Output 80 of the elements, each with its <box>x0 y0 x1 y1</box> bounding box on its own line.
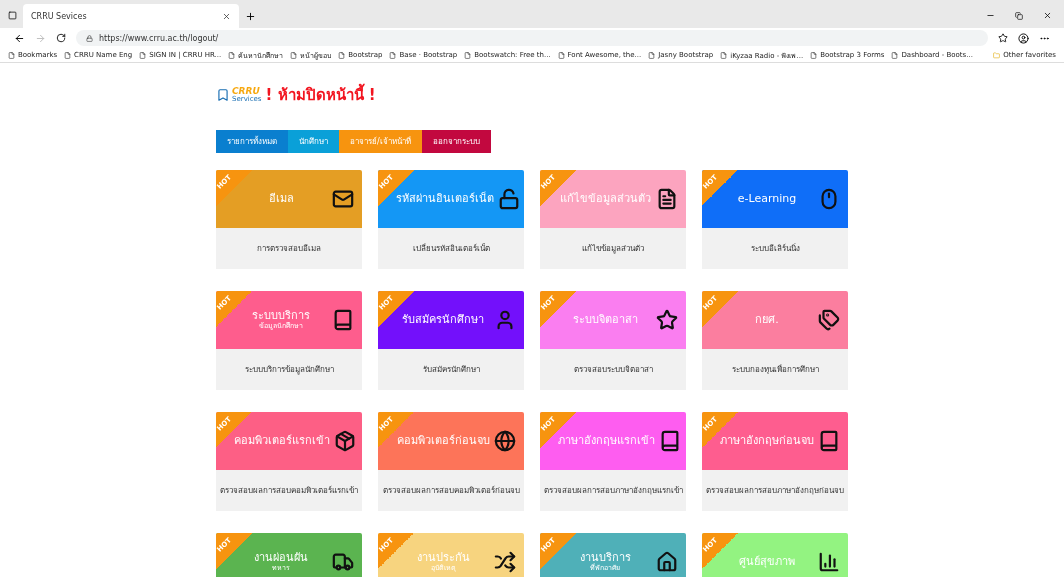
page-icon <box>139 51 147 59</box>
profile-icon[interactable] <box>1018 32 1029 44</box>
house-icon <box>656 551 678 573</box>
card-footer[interactable]: ตรวจสอบระบบจิตอาสา <box>540 349 686 390</box>
page-icon <box>648 51 656 59</box>
card-description: ตรวจสอบผลการสอบคอมพิวเตอร์แรกเข้า <box>220 485 358 497</box>
address-bar[interactable]: https://www.crru.ac.th/logout/ <box>76 30 988 46</box>
browser-tab[interactable]: CRRU Sevices <box>23 4 239 28</box>
card-description: ตรวจสอบระบบจิตอาสา <box>573 364 653 376</box>
page-icon <box>290 51 298 59</box>
logo-icon <box>216 88 230 102</box>
card-description: ระบบอีเลิร์นนิ่ง <box>750 242 800 255</box>
tag-icon <box>818 309 840 331</box>
card-footer[interactable]: ตรวจสอบผลการสอบคอมพิวเตอร์ก่อนจบ <box>378 470 524 511</box>
page-heading: ! ห้ามปิดหน้านี้ ! <box>265 83 376 107</box>
page-icon <box>8 51 15 59</box>
nav-button[interactable]: รายการทั้งหมด <box>216 130 288 153</box>
card-description: แก้ไขข้อมูลส่วนตัว <box>582 243 644 255</box>
card-description: ตรวจสอบผลการสอบคอมพิวเตอร์ก่อนจบ <box>382 485 520 497</box>
new-tab-icon[interactable] <box>245 11 256 22</box>
card-title: งานบริการ <box>579 551 631 564</box>
card-title: อีเมล <box>268 192 294 206</box>
card-title: งานผ่อนผัน <box>254 551 308 565</box>
card-description: ตรวจสอบผลการสอบภาษาอังกฤษก่อนจบ <box>706 485 844 497</box>
page-icon <box>64 51 72 59</box>
book-icon <box>659 430 681 452</box>
card-footer[interactable]: ตรวจสอบผลการสอบภาษาอังกฤษก่อนจบ <box>702 470 848 511</box>
card-footer[interactable]: ตรวจสอบผลการสอบภาษาอังกฤษแรกเข้า <box>540 470 686 511</box>
card-title: กยศ. <box>755 313 779 327</box>
book-icon <box>332 309 354 331</box>
page-icon <box>810 51 818 59</box>
page-icon <box>338 51 346 59</box>
tab-title: CRRU Sevices <box>31 11 87 21</box>
globe-icon <box>494 430 516 452</box>
envelope-icon <box>332 188 354 210</box>
card-footer[interactable]: ตรวจสอบผลการสอบคอมพิวเตอร์แรกเข้า <box>216 470 362 511</box>
card-title: ระบบบริการ <box>252 309 310 322</box>
nav-button[interactable]: ออกจากระบบ <box>421 130 491 153</box>
back-icon[interactable] <box>14 32 25 44</box>
card-title: ศูนย์สุขภาพ <box>739 555 795 569</box>
favorite-icon[interactable] <box>998 33 1008 43</box>
reload-icon[interactable] <box>56 33 66 43</box>
tab-actions-icon[interactable] <box>8 11 17 20</box>
box-icon <box>334 430 356 452</box>
card-footer[interactable]: รับสมัครนักศึกษา <box>378 349 524 390</box>
folder-icon <box>993 51 1001 59</box>
book-icon <box>818 430 840 452</box>
close-icon[interactable] <box>222 11 231 21</box>
shuffle-icon <box>494 551 516 573</box>
card-description: ระบบบริการข้อมูลนักศึกษา <box>244 364 334 376</box>
page-icon <box>557 51 565 59</box>
card-footer[interactable]: แก้ไขข้อมูลส่วนตัว <box>540 228 686 269</box>
page-icon <box>389 51 397 59</box>
person-icon <box>494 309 516 331</box>
restore-icon[interactable] <box>1015 12 1023 20</box>
url-text: https://www.crru.ac.th/logout/ <box>99 33 219 43</box>
card-description: รับสมัครนักศึกษา <box>422 364 480 376</box>
card-description: เปลี่ยนรหัสอินเตอร์เน็ต <box>412 242 490 255</box>
card-title: e-Learning <box>737 192 797 206</box>
card-footer[interactable]: เปลี่ยนรหัสอินเตอร์เน็ต <box>378 228 524 269</box>
star-icon <box>656 309 678 331</box>
card-description: การตรวจสอบอีเมล <box>257 243 321 255</box>
card-footer[interactable]: ระบบกองทุนเพื่อการศึกษา <box>702 349 848 390</box>
page-icon <box>464 51 472 59</box>
mouse-icon <box>818 188 840 210</box>
page-icon <box>720 51 728 59</box>
card-description: ตรวจสอบผลการสอบภาษาอังกฤษแรกเข้า <box>543 485 683 497</box>
card-title: งานประกัน <box>416 551 470 564</box>
lock-icon <box>86 34 93 42</box>
card-footer[interactable]: ระบบบริการข้อมูลนักศึกษา <box>216 349 362 390</box>
card-footer[interactable]: การตรวจสอบอีเมล <box>216 228 362 269</box>
card-description: ระบบกองทุนเพื่อการศึกษา <box>731 363 819 376</box>
card-footer[interactable]: ระบบอีเลิร์นนิ่ง <box>702 228 848 269</box>
open-padlock-icon <box>498 188 520 210</box>
document-icon <box>656 188 678 210</box>
page-icon <box>228 51 236 59</box>
bar-chart-icon <box>818 551 840 573</box>
close-icon[interactable] <box>1043 11 1052 20</box>
vehicle-icon <box>332 551 354 573</box>
page-icon <box>891 51 899 59</box>
